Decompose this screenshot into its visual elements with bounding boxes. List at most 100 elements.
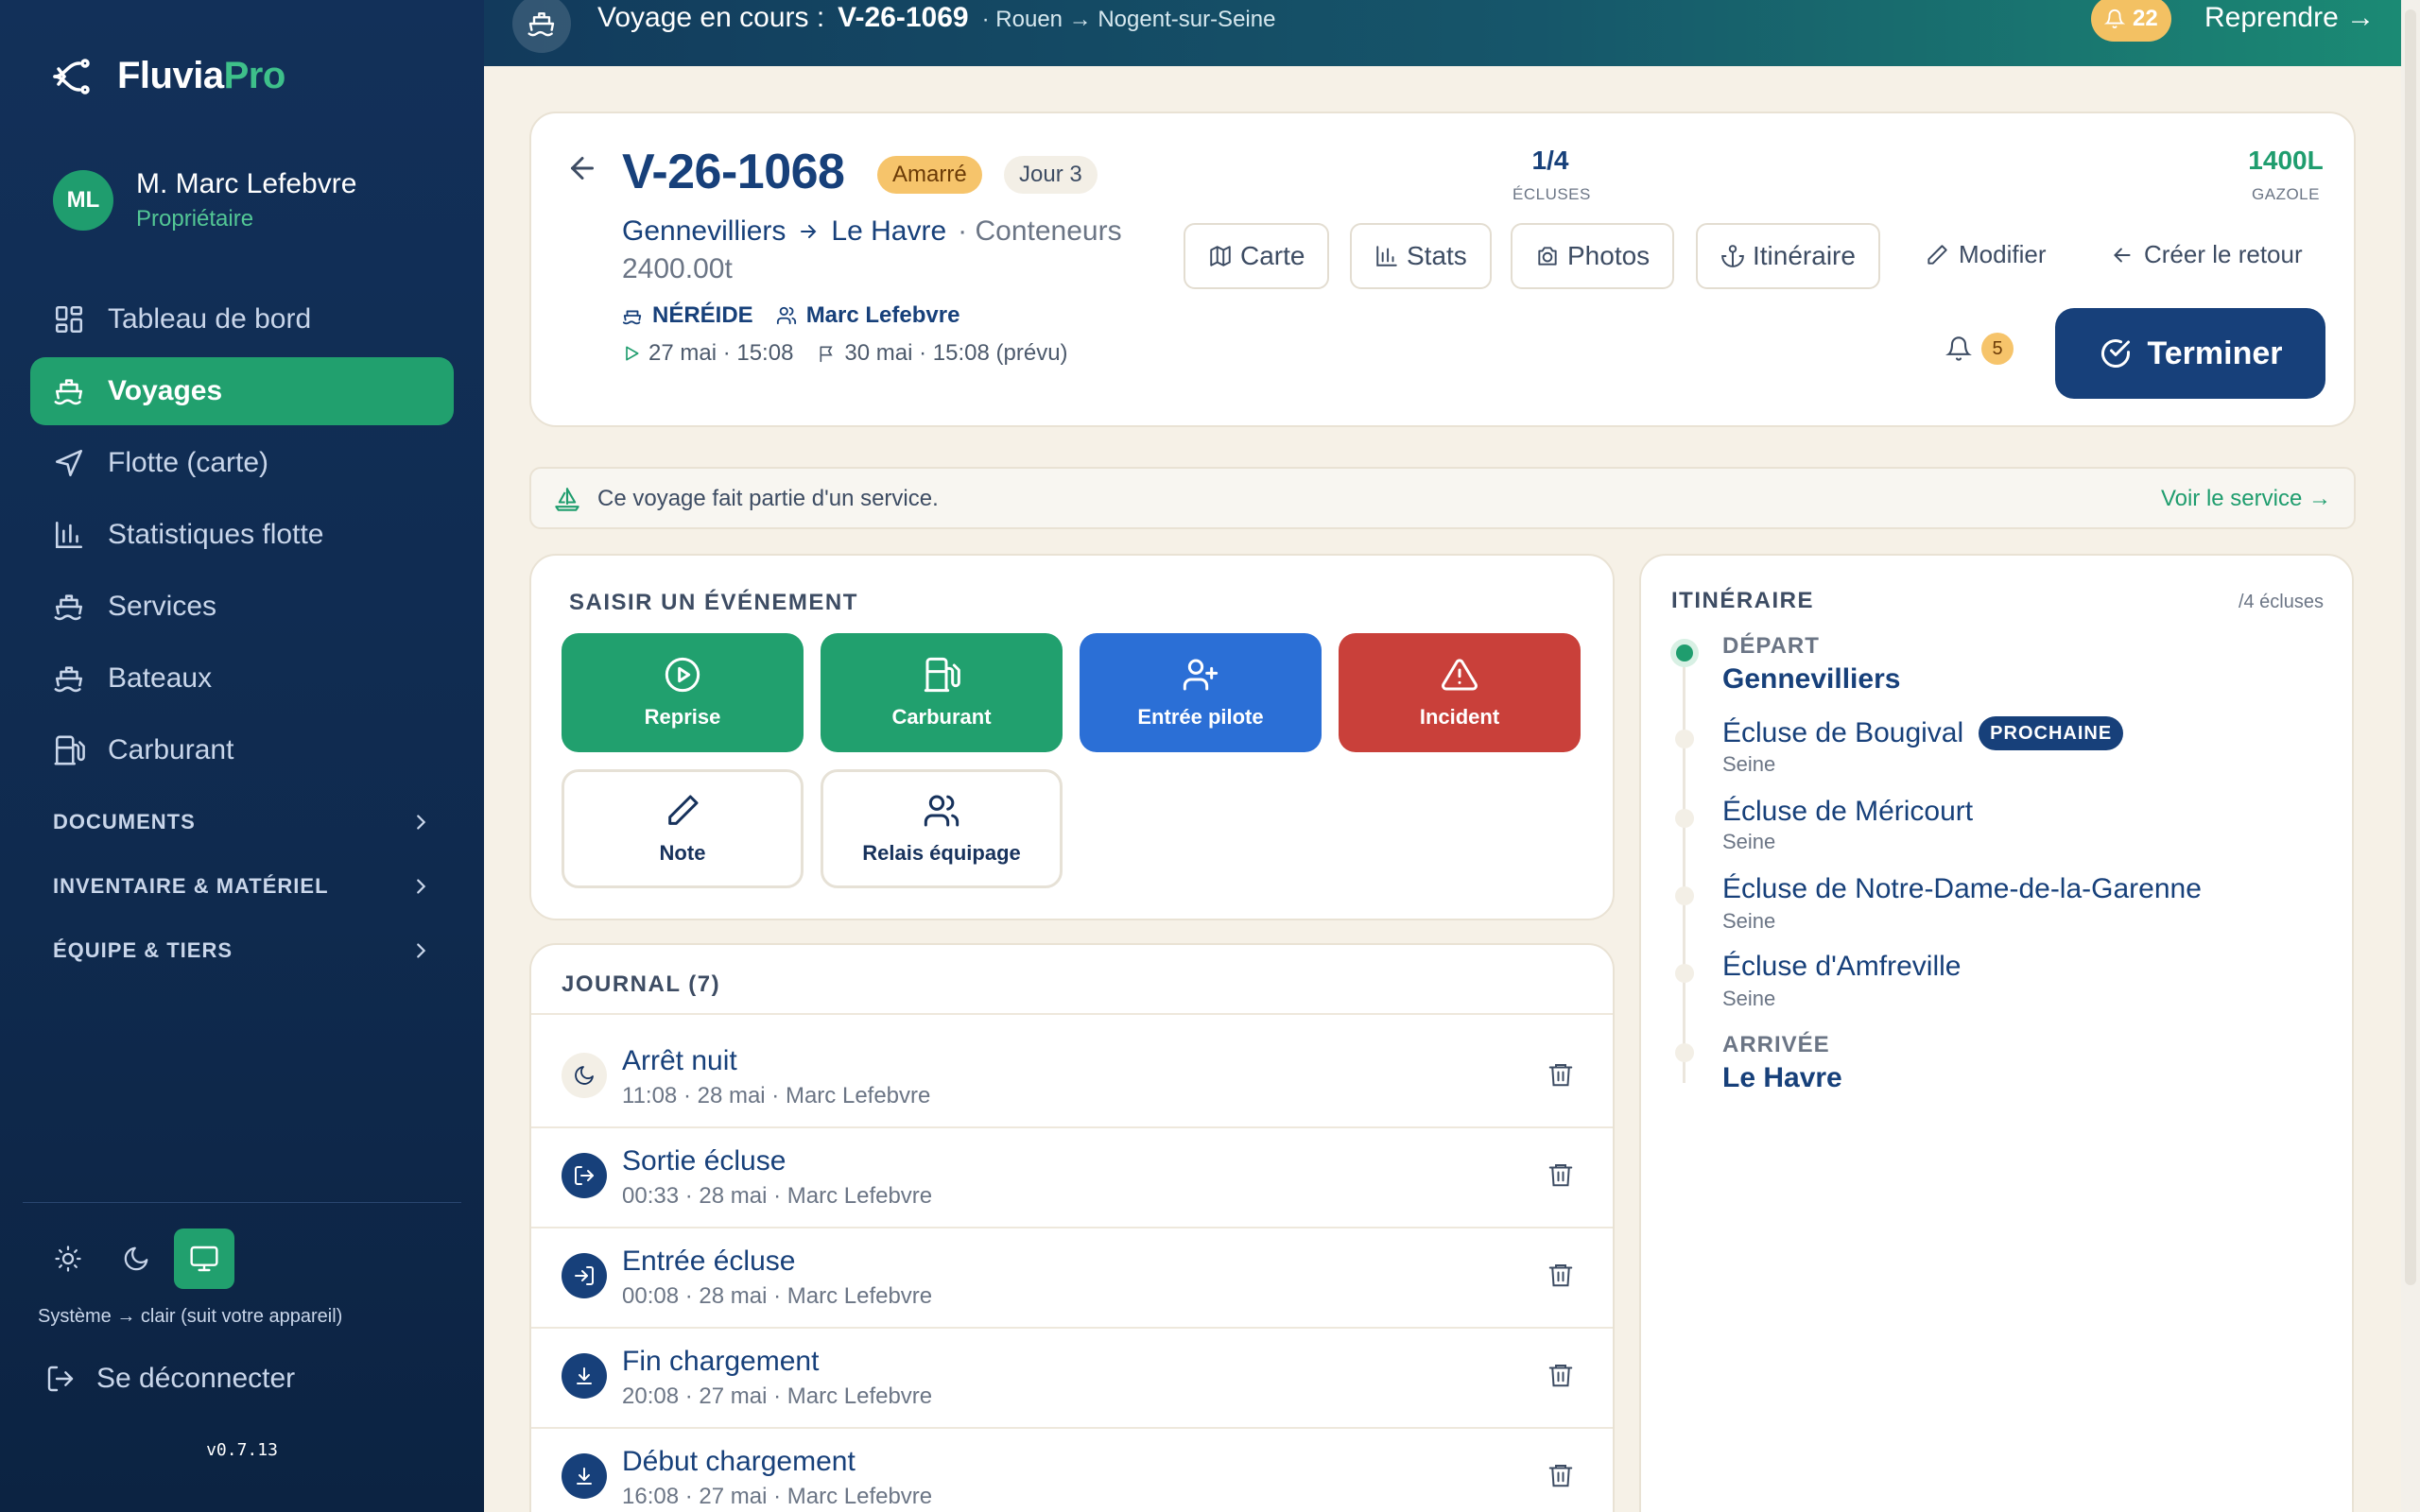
download-icon xyxy=(562,1353,607,1399)
journal-entry[interactable]: Fin chargement 20:08 · 27 mai · Marc Lef… xyxy=(531,1329,1613,1429)
event-note-button[interactable]: Note xyxy=(562,769,804,888)
journal-entry[interactable]: Arrêt nuit 11:08 · 28 mai · Marc Lefebvr… xyxy=(531,1028,1613,1128)
sidebar-item-services[interactable]: Services xyxy=(30,573,454,641)
itinerary-lock[interactable]: Écluse de Notre-Dame-de-la-Garenne xyxy=(1722,873,2202,905)
current-voyage-bar[interactable]: Voyage en cours : V-26-1069 · Rouen → No… xyxy=(484,0,2401,66)
journal-entry[interactable]: Sortie écluse 00:33 · 28 mai · Marc Lefe… xyxy=(531,1128,1613,1228)
trash-icon[interactable] xyxy=(1547,1160,1575,1189)
event-resume-button[interactable]: Reprise xyxy=(562,633,804,752)
itinerary-label: Itinéraire xyxy=(1753,241,1856,270)
sidebar-item-fleet-stats[interactable]: Statistiques flotte xyxy=(30,501,454,569)
pencil-icon xyxy=(1925,243,1949,267)
theme-system-button[interactable] xyxy=(174,1228,234,1289)
event-incident-button[interactable]: Incident xyxy=(1339,633,1581,752)
create-return-label: Créer le retour xyxy=(2144,240,2303,268)
sun-icon xyxy=(54,1245,82,1273)
enter-icon xyxy=(562,1253,607,1298)
brand[interactable]: FluviaPro xyxy=(51,55,285,97)
sidebar-item-dashboard[interactable]: Tableau de bord xyxy=(30,285,454,353)
sidebar-item-boats[interactable]: Bateaux xyxy=(30,644,454,713)
boat-name[interactable]: NÉRÉIDE xyxy=(652,302,753,329)
trash-icon[interactable] xyxy=(1547,1060,1575,1089)
edit-button[interactable]: Modifier xyxy=(1925,240,2046,269)
view-service-link[interactable]: Voir le service → xyxy=(2161,486,2331,512)
cargo-type: · Conteneurs xyxy=(958,215,1122,247)
moon-icon xyxy=(122,1245,150,1273)
bell-icon xyxy=(1945,335,1972,362)
logout-icon xyxy=(45,1364,76,1394)
ship-icon xyxy=(53,375,85,407)
event-pilot-entry-button[interactable]: Entrée pilote xyxy=(1080,633,1322,752)
bar-chart-icon xyxy=(53,519,85,551)
trash-icon[interactable] xyxy=(1547,1361,1575,1389)
sidebar-section-team[interactable]: ÉQUIPE & TIERS xyxy=(30,919,454,983)
departure-place[interactable]: Gennevilliers xyxy=(1722,663,1900,696)
anchor-icon xyxy=(1720,244,1745,268)
captain-name[interactable]: Marc Lefebvre xyxy=(806,302,960,329)
resume-button[interactable]: Reprendre → xyxy=(2204,2,2375,34)
photos-label: Photos xyxy=(1567,241,1651,270)
timeline-dot xyxy=(1675,964,1694,983)
sidebar-item-label: Flotte (carte) xyxy=(108,447,269,478)
lock-river: Seine xyxy=(1722,987,1776,1010)
photos-button[interactable]: Photos xyxy=(1511,223,1675,289)
user-plus-icon xyxy=(1182,656,1219,694)
lock-river: Seine xyxy=(1722,909,1776,933)
voyage-alerts[interactable]: 5 xyxy=(1945,333,2014,365)
trash-icon[interactable] xyxy=(1547,1461,1575,1489)
brand-name: FluviaPro xyxy=(117,55,285,96)
itinerary-lock[interactable]: Écluse de Méricourt xyxy=(1722,796,1973,828)
sidebar-item-voyages[interactable]: Voyages xyxy=(30,357,454,425)
journal-entry[interactable]: Entrée écluse 00:08 · 28 mai · Marc Lefe… xyxy=(531,1228,1613,1329)
route-from: Gennevilliers xyxy=(622,215,786,247)
trash-icon[interactable] xyxy=(1547,1261,1575,1289)
itinerary-button[interactable]: Itinéraire xyxy=(1696,223,1880,289)
route-to: Le Havre xyxy=(831,215,947,247)
sidebar: FluviaPro ML M. Marc Lefebvre Propriétai… xyxy=(0,0,484,1512)
theme-dark-button[interactable] xyxy=(106,1228,166,1289)
timeline-dot xyxy=(1675,1043,1694,1062)
scrollbar[interactable] xyxy=(2401,0,2420,1512)
navigation-icon xyxy=(53,447,85,479)
arrow-left-icon xyxy=(2110,243,2135,267)
itinerary-lock-count: /4 écluses xyxy=(2238,592,2324,612)
locks-stat: 1/4 ÉCLUSES xyxy=(1512,146,1590,204)
sidebar-item-fleet-map[interactable]: Flotte (carte) xyxy=(30,429,454,497)
end-date: 30 mai · 15:08 (prévu) xyxy=(844,340,1068,366)
map-button[interactable]: Carte xyxy=(1184,223,1330,289)
user-profile[interactable]: ML M. Marc Lefebvre Propriétaire xyxy=(53,168,356,232)
exit-icon xyxy=(562,1153,607,1198)
section-label: DOCUMENTS xyxy=(53,810,196,833)
back-arrow-icon[interactable] xyxy=(565,151,599,185)
sidebar-item-label: Tableau de bord xyxy=(108,303,312,335)
sidebar-section-documents[interactable]: DOCUMENTS xyxy=(30,790,454,854)
theme-light-button[interactable] xyxy=(38,1228,98,1289)
timeline-dot xyxy=(1675,809,1694,828)
journal-entry[interactable]: Début chargement 16:08 · 27 mai · Marc L… xyxy=(531,1429,1613,1512)
stats-button[interactable]: Stats xyxy=(1350,223,1492,289)
event-fuel-button[interactable]: Carburant xyxy=(821,633,1063,752)
logout-button[interactable]: Se déconnecter xyxy=(45,1363,295,1395)
sidebar-item-fuel[interactable]: Carburant xyxy=(30,716,454,784)
arrival-place[interactable]: Le Havre xyxy=(1722,1062,1842,1094)
arrow-right-icon xyxy=(797,220,820,243)
current-voyage-route: · Rouen → Nogent-sur-Seine xyxy=(981,7,1276,32)
arrival-label: ARRIVÉE xyxy=(1722,1032,1830,1057)
users-icon xyxy=(776,305,797,326)
finish-button[interactable]: Terminer xyxy=(2055,308,2325,399)
user-name: M. Marc Lefebvre xyxy=(136,168,357,199)
notifications-badge[interactable]: 22 xyxy=(2091,0,2171,42)
journal-entry-title: Entrée écluse xyxy=(622,1246,796,1277)
create-return-button[interactable]: Créer le retour xyxy=(2110,240,2303,269)
event-crew-relay-button[interactable]: Relais équipage xyxy=(821,769,1063,888)
theme-status: Système → clair (suit votre appareil) xyxy=(38,1306,343,1327)
itinerary-lock[interactable]: Écluse d'Amfreville xyxy=(1722,951,1961,983)
sidebar-section-inventory[interactable]: INVENTAIRE & MATÉRIEL xyxy=(30,854,454,919)
itinerary-card: ITINÉRAIRE /4 écluses DÉPART Gennevillie… xyxy=(1639,554,2354,1512)
current-voyage-title: Voyage en cours : V-26-1069 · Rouen → No… xyxy=(597,2,1275,34)
lock-name: Écluse de Notre-Dame-de-la-Garenne xyxy=(1722,873,2202,904)
scrollbar-thumb[interactable] xyxy=(2405,9,2416,1285)
play-circle-icon xyxy=(664,656,701,694)
voyage-id: V-26-1068 xyxy=(622,145,845,199)
itinerary-lock[interactable]: Écluse de Bougival PROCHAINE xyxy=(1722,716,2124,750)
